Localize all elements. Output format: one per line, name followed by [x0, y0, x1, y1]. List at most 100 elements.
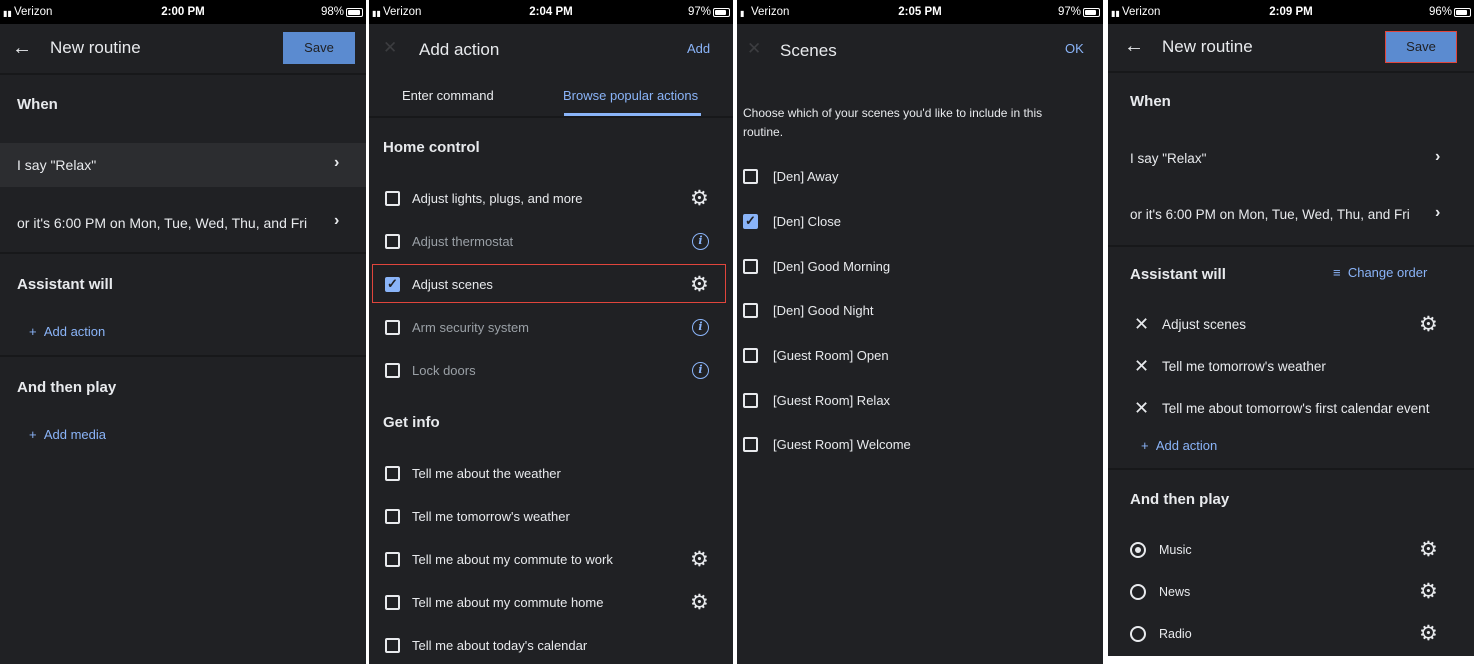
page-title: Scenes: [780, 41, 837, 60]
checkbox[interactable]: [743, 169, 758, 184]
action-row[interactable]: Adjust thermostat i: [369, 226, 733, 256]
checkbox[interactable]: [385, 234, 400, 249]
status-bar: ▮ Verizon 2:05 PM 97%: [737, 0, 1103, 24]
checkbox[interactable]: [385, 320, 400, 335]
back-arrow-icon[interactable]: ←: [1124, 35, 1144, 58]
gear-icon[interactable]: ⚙: [1419, 623, 1438, 644]
add-action-button[interactable]: + Add action: [29, 324, 105, 339]
radio-unselected[interactable]: [1130, 584, 1146, 600]
gear-icon[interactable]: ⚙: [690, 592, 709, 613]
battery-icon: [346, 8, 363, 17]
action-item: ✕ Adjust scenes ⚙: [1108, 310, 1474, 340]
media-option[interactable]: Radio ⚙: [1108, 619, 1474, 649]
gear-icon[interactable]: ⚙: [1419, 314, 1438, 335]
trigger-row-time[interactable]: or it's 6:00 PM on Mon, Tue, Wed, Thu, a…: [0, 202, 366, 246]
checkbox[interactable]: [743, 303, 758, 318]
scene-row[interactable]: [Den] Good Morning: [737, 253, 1103, 281]
checkbox[interactable]: [385, 191, 400, 206]
checkbox-checked[interactable]: [385, 276, 400, 292]
scene-row[interactable]: [Guest Room] Welcome: [737, 431, 1103, 459]
remove-icon[interactable]: ✕: [1134, 398, 1149, 419]
checkbox[interactable]: [743, 348, 758, 363]
checkbox[interactable]: [743, 393, 758, 408]
action-row[interactable]: Arm security system i: [369, 312, 733, 342]
scene-label: [Guest Room] Relax: [773, 393, 891, 408]
status-bar: ▮▮ Verizon 2:09 PM 96%: [1108, 0, 1474, 24]
checkbox[interactable]: [385, 363, 400, 378]
action-row[interactable]: Tell me about my commute home ⚙: [369, 587, 733, 617]
gear-icon[interactable]: ⚙: [690, 188, 709, 209]
action-label: Lock doors: [412, 363, 476, 378]
gear-icon[interactable]: ⚙: [1419, 581, 1438, 602]
clock: 2:09 PM: [1269, 6, 1313, 18]
info-icon[interactable]: i: [692, 362, 709, 379]
clock: 2:04 PM: [529, 6, 573, 18]
action-row[interactable]: Tell me about today's calendar: [369, 630, 733, 660]
action-item: ✕ Tell me tomorrow's weather: [1108, 352, 1474, 382]
media-option[interactable]: Music ⚙: [1108, 535, 1474, 565]
radio-unselected[interactable]: [1130, 626, 1146, 642]
trigger-voice-label: I say "Relax": [1130, 151, 1207, 166]
change-order-button[interactable]: ≡ Change order: [1333, 265, 1427, 280]
ok-button[interactable]: OK: [1065, 41, 1084, 56]
scene-row[interactable]: [Den] Away: [737, 163, 1103, 191]
radio-selected[interactable]: [1130, 542, 1146, 558]
trigger-row-time[interactable]: or it's 6:00 PM on Mon, Tue, Wed, Thu, a…: [1108, 194, 1474, 234]
add-button[interactable]: Add: [687, 41, 710, 56]
action-row[interactable]: Tell me about my commute to work ⚙: [369, 544, 733, 574]
page-title: New routine: [1162, 37, 1253, 56]
chevron-right-icon: ›: [334, 154, 340, 171]
action-row[interactable]: Adjust scenes ⚙: [369, 269, 733, 299]
checkbox[interactable]: [385, 509, 400, 524]
plus-icon: +: [29, 427, 37, 442]
checkbox[interactable]: [385, 466, 400, 481]
checkbox[interactable]: [385, 552, 400, 567]
action-label: Tell me about tomorrow's first calendar …: [1162, 401, 1430, 416]
action-row[interactable]: Tell me about the weather: [369, 458, 733, 488]
checkbox[interactable]: [385, 638, 400, 653]
action-row[interactable]: Tell me tomorrow's weather: [369, 501, 733, 531]
checkbox[interactable]: [743, 437, 758, 452]
gear-icon[interactable]: ⚙: [690, 274, 709, 295]
back-arrow-icon[interactable]: ←: [12, 37, 32, 60]
action-row[interactable]: Lock doors i: [369, 355, 733, 385]
scene-row[interactable]: [Guest Room] Open: [737, 342, 1103, 370]
battery-icon: [1083, 8, 1100, 17]
info-icon[interactable]: i: [692, 233, 709, 250]
action-label: Tell me tomorrow's weather: [1162, 359, 1326, 374]
scene-row[interactable]: [Guest Room] Relax: [737, 387, 1103, 415]
screen-add-action: ▮▮ Verizon 2:04 PM 97% ✕ Add action Add …: [369, 0, 733, 664]
save-button[interactable]: Save: [1385, 31, 1457, 63]
status-bar: ▮▮ Verizon 2:04 PM 97%: [369, 0, 733, 24]
save-button[interactable]: Save: [283, 32, 355, 64]
action-item: ✕ Tell me about tomorrow's first calenda…: [1108, 394, 1474, 424]
action-label: Adjust scenes: [1162, 317, 1247, 332]
when-heading: When: [17, 96, 58, 113]
checkbox[interactable]: [743, 259, 758, 274]
scene-row[interactable]: [Den] Close: [737, 208, 1103, 236]
tab-browse-popular-actions[interactable]: Browse popular actions: [563, 88, 698, 103]
checkbox-checked[interactable]: [743, 213, 758, 229]
close-icon[interactable]: ✕: [747, 39, 761, 59]
scene-row[interactable]: [Den] Good Night: [737, 297, 1103, 325]
trigger-row-voice[interactable]: I say "Relax" ›: [1108, 138, 1474, 178]
battery-percent: 97%: [1057, 6, 1081, 18]
close-icon[interactable]: ✕: [383, 38, 397, 58]
media-option[interactable]: News ⚙: [1108, 577, 1474, 607]
change-order-label: Change order: [1347, 265, 1428, 280]
trigger-row-voice[interactable]: I say "Relax" ›: [0, 143, 366, 187]
scene-label: [Den] Good Morning: [773, 259, 891, 274]
remove-icon[interactable]: ✕: [1134, 356, 1149, 377]
add-media-button[interactable]: + Add media: [29, 427, 106, 442]
add-action-label: Add action: [43, 324, 106, 339]
info-icon[interactable]: i: [692, 319, 709, 336]
divider: [1108, 468, 1474, 470]
tab-enter-command[interactable]: Enter command: [402, 88, 494, 103]
divider: [0, 252, 366, 254]
gear-icon[interactable]: ⚙: [1419, 539, 1438, 560]
add-action-button[interactable]: + Add action: [1141, 438, 1217, 453]
action-row[interactable]: Adjust lights, plugs, and more ⚙: [369, 183, 733, 213]
gear-icon[interactable]: ⚙: [690, 549, 709, 570]
checkbox[interactable]: [385, 595, 400, 610]
remove-icon[interactable]: ✕: [1134, 314, 1149, 335]
